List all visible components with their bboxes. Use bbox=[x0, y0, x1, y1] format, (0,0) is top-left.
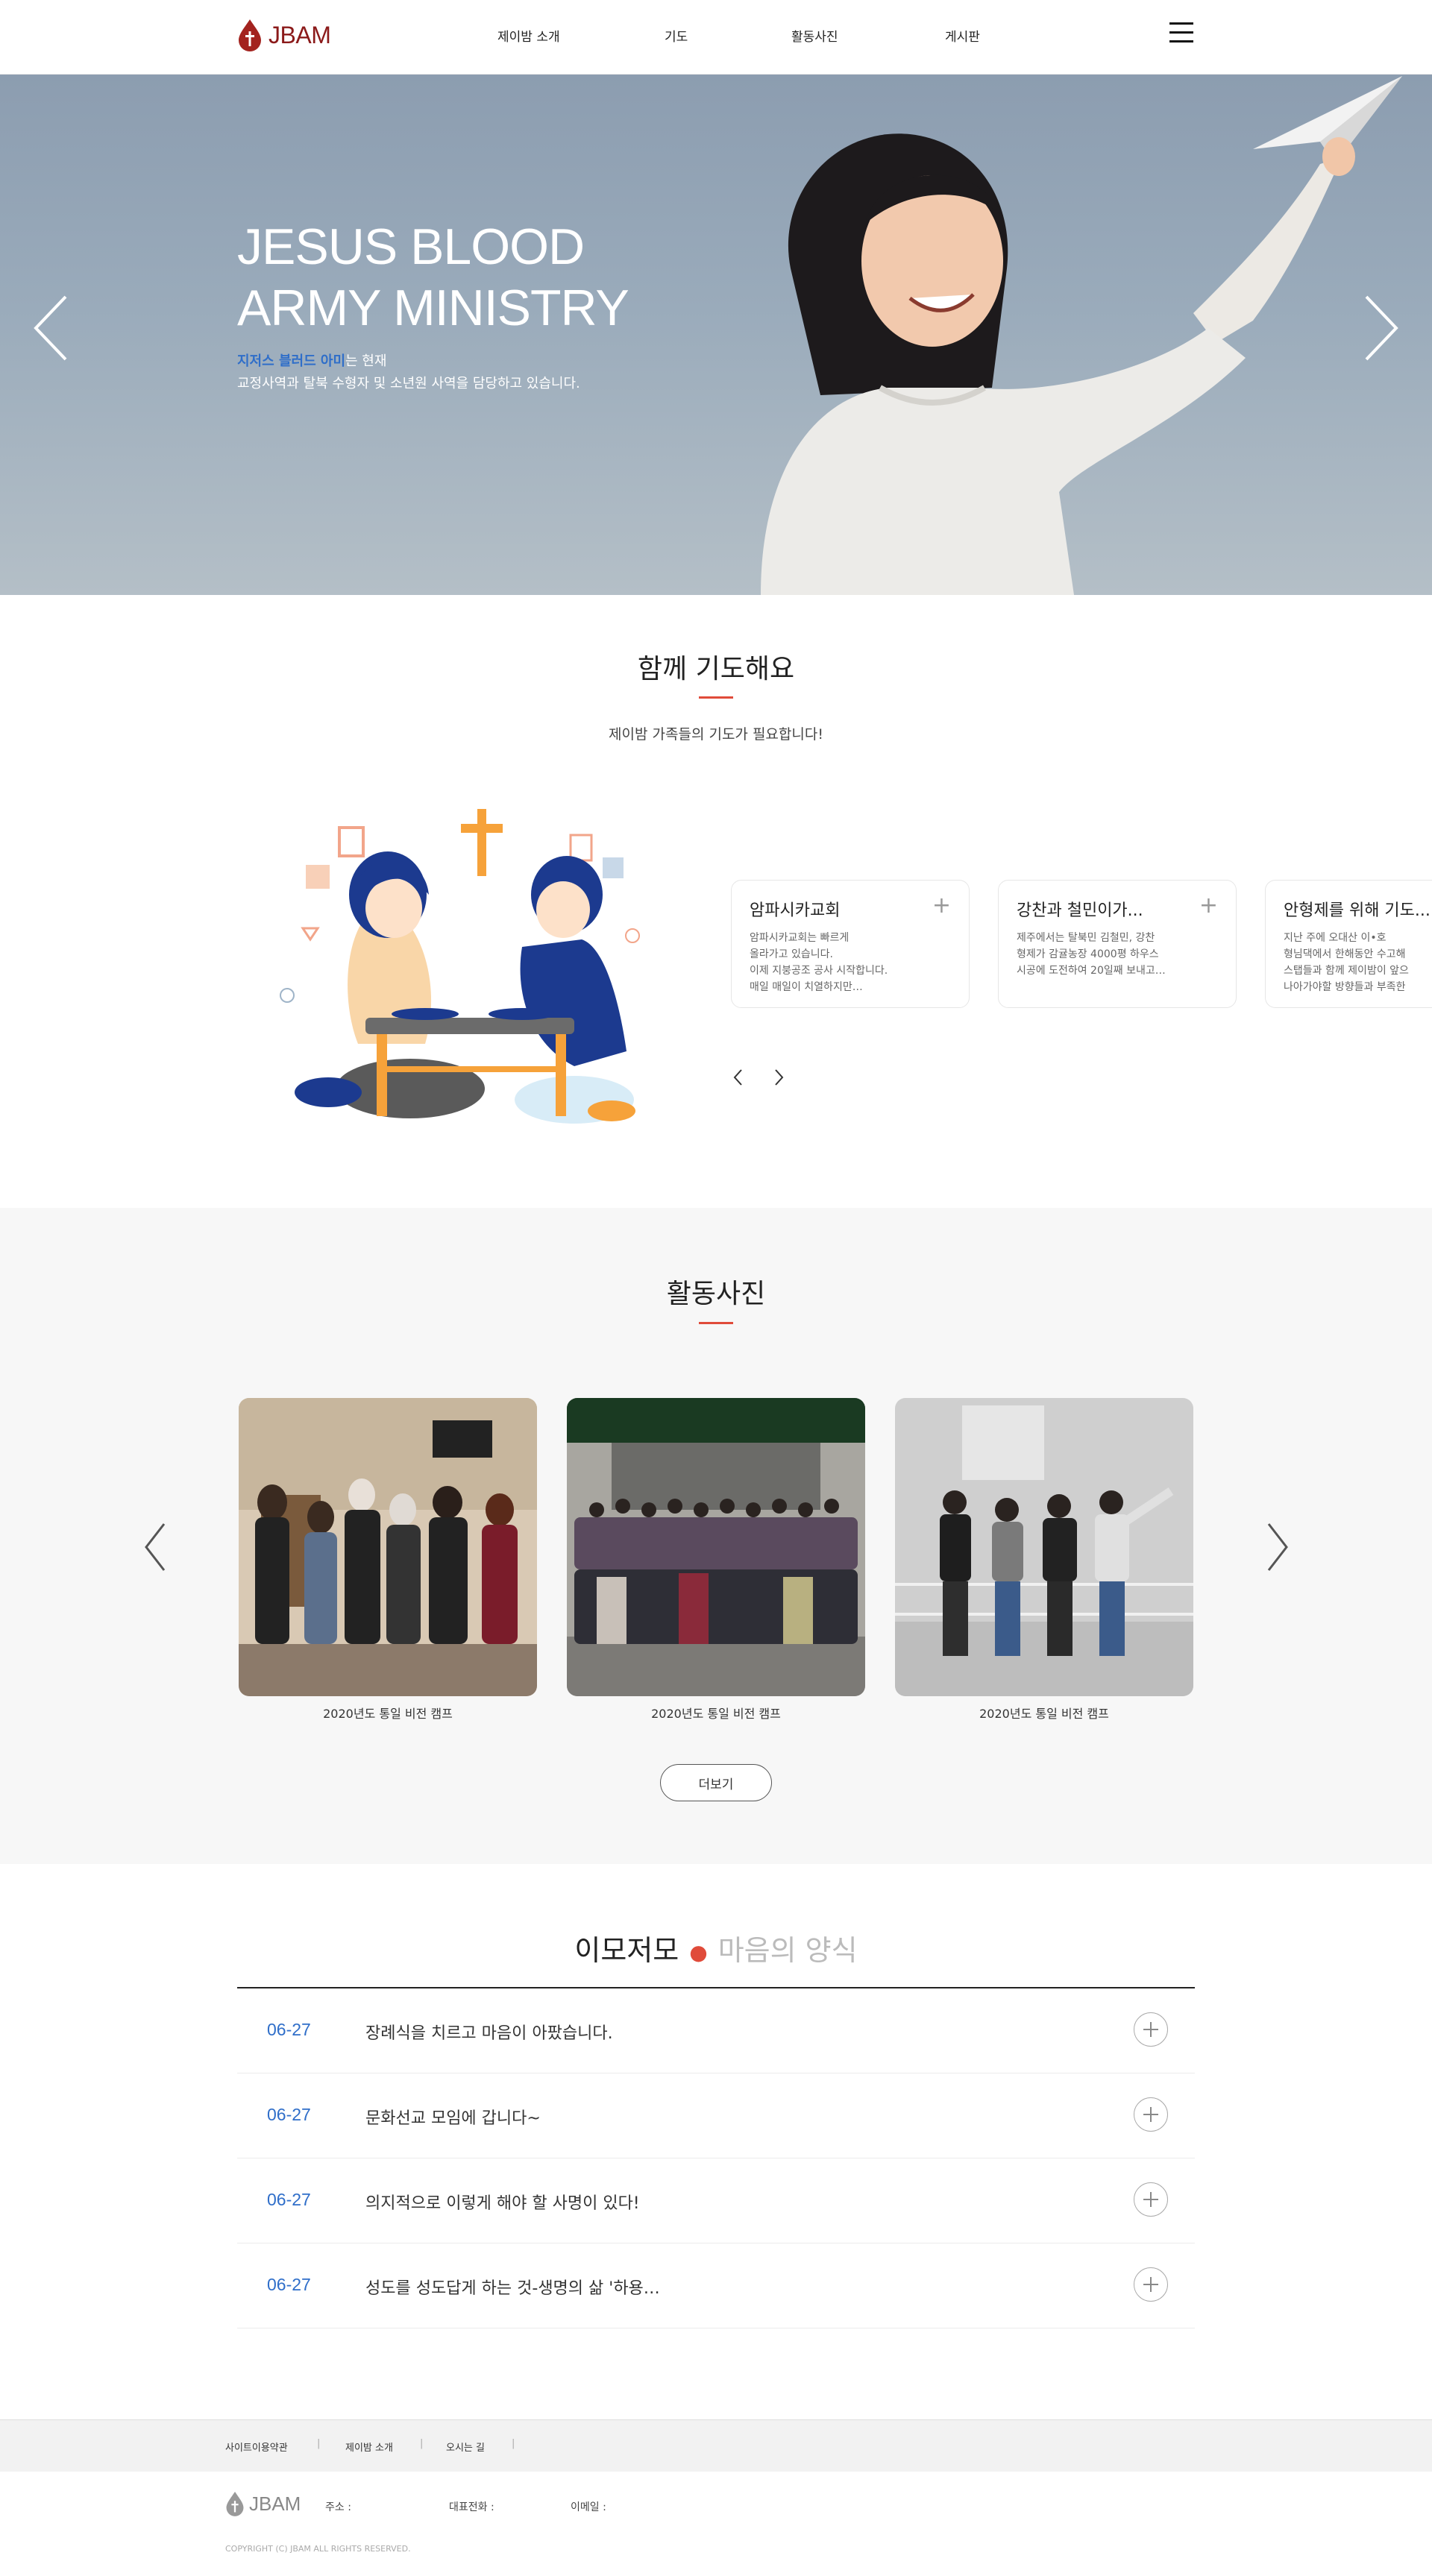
chevron-right-icon[interactable] bbox=[1264, 1521, 1291, 1573]
prayer-card[interactable]: 안형제를 위해 기도... 지난 주에 오대산 이•호 형님댁에서 한해동안 수고… bbox=[1265, 880, 1432, 1008]
plus-icon[interactable]: + bbox=[932, 895, 951, 917]
hamburger-menu-icon[interactable] bbox=[1169, 22, 1193, 43]
prayer-card[interactable]: 암파시카교회 암파시카교회는 빠르게 올라가고 있습니다. 이제 지붕공조 공사 시… bbox=[731, 880, 970, 1008]
logo-drop-icon bbox=[226, 2491, 244, 2516]
hero-highlight: 지저스 블러드 아미 bbox=[237, 353, 346, 369]
plus-circle-icon[interactable] bbox=[1134, 2267, 1168, 2302]
photo-caption: 2020년도 통일 비전 캠프 bbox=[323, 1707, 453, 1721]
plus-circle-icon[interactable] bbox=[1134, 2097, 1168, 2132]
nav-item-prayer[interactable]: 기도 bbox=[665, 26, 688, 45]
hero-description: 지저스 블러드 아미는 현재 bbox=[237, 350, 386, 370]
hero-title-line2: ARMY MINISTRY bbox=[237, 280, 629, 336]
footer-link-terms[interactable]: 사이트이용약관 bbox=[225, 2440, 288, 2454]
site-header: JBAM 제이밤 소개 기도 활동사진 게시판 bbox=[0, 0, 1432, 75]
notice-text[interactable]: 의지적으로 이렇게 해야 할 사명이 있다! bbox=[365, 2190, 640, 2214]
footer-email: 이메일 : bbox=[571, 2501, 606, 2513]
footer-separator: | bbox=[420, 2438, 424, 2449]
chevron-right-icon[interactable] bbox=[1359, 291, 1404, 365]
footer-logo-text: JBAM bbox=[249, 2492, 301, 2515]
plus-circle-icon[interactable] bbox=[1134, 2012, 1168, 2047]
footer-link-about[interactable]: 제이밤 소개 bbox=[345, 2440, 393, 2454]
notice-text[interactable]: 성도를 성도답게 하는 것-생명의 삶 '하용… bbox=[365, 2275, 660, 2299]
copyright-text: COPYRIGHT (C) JBAM ALL RIGHTS RESERVED. bbox=[225, 2544, 411, 2554]
chevron-left-icon[interactable] bbox=[142, 1521, 169, 1573]
group-photo-image bbox=[239, 1398, 537, 1696]
notice-title-secondary[interactable]: 마음의 양식 bbox=[718, 1934, 858, 1967]
notice-row[interactable]: 06-27 장례식을 치르고 마음이 아팠습니다. bbox=[237, 1988, 1195, 2073]
hero-description-line2: 교정사역과 탈북 수형자 및 소년원 사역을 담당하고 있습니다. bbox=[237, 376, 580, 391]
notice-title-main[interactable]: 이모저모 bbox=[574, 1934, 679, 1967]
site-logo[interactable]: JBAM bbox=[237, 16, 342, 54]
footer-address: 주소 : bbox=[325, 2501, 351, 2513]
group-photo-image bbox=[895, 1398, 1193, 1696]
photo-caption: 2020년도 통일 비전 캠프 bbox=[979, 1707, 1109, 1721]
notice-date: 06-27 bbox=[267, 2190, 311, 2209]
section-underline bbox=[699, 696, 733, 699]
notice-text[interactable]: 장례식을 치르고 마음이 아팠습니다. bbox=[365, 2020, 613, 2044]
activity-photo[interactable] bbox=[567, 1398, 865, 1696]
prayer-illustration bbox=[280, 809, 640, 1124]
nav-item-about[interactable]: 제이밤 소개 bbox=[497, 26, 560, 45]
prayer-card[interactable]: 강찬과 철민이가... 제주에서는 탈북민 김철민, 강찬 형제가 감귤농장 40… bbox=[998, 880, 1237, 1008]
chevron-left-icon[interactable] bbox=[28, 291, 73, 365]
group-photo-image bbox=[567, 1398, 865, 1696]
title-dot: ● bbox=[689, 1940, 708, 1965]
logo-text: JBAM bbox=[268, 21, 331, 48]
notice-row[interactable]: 06-27 의지적으로 이렇게 해야 할 사명이 있다! bbox=[237, 2158, 1195, 2243]
nav-item-board[interactable]: 게시판 bbox=[945, 26, 980, 45]
section-underline bbox=[699, 1322, 733, 1324]
prayer-card-title: 암파시카교회 bbox=[750, 901, 841, 920]
prayer-card-body: 암파시카교회는 빠르게 올라가고 있습니다. 이제 지붕공조 공사 시작합니다. 매일… bbox=[750, 932, 888, 993]
prayer-subtitle: 제이밤 가족들의 기도가 필요합니다! bbox=[609, 726, 823, 743]
plus-circle-icon[interactable] bbox=[1134, 2182, 1168, 2217]
notice-row[interactable]: 06-27 문화선교 모임에 갑니다~ bbox=[237, 2073, 1195, 2158]
hero-title: JESUS BLOOD ARMY MINISTRY bbox=[237, 216, 759, 338]
hero-desc-rest: 는 현재 bbox=[345, 353, 387, 369]
footer-links-bar bbox=[0, 2419, 1432, 2472]
prayer-card-body: 제주에서는 탈북민 김철민, 강찬 형제가 감귤농장 4000평 하우스 시공에 도… bbox=[1017, 932, 1166, 977]
footer-link-directions[interactable]: 오시는 길 bbox=[446, 2440, 485, 2454]
hero-title-line1: JESUS BLOOD bbox=[237, 218, 585, 275]
footer-logo: JBAM bbox=[225, 2490, 301, 2517]
activity-photo[interactable] bbox=[895, 1398, 1193, 1696]
activity-section-title: 활동사진 bbox=[666, 1279, 766, 1309]
prayer-card-title: 안형제를 위해 기도... bbox=[1284, 901, 1431, 920]
notice-section-title: 이모저모 ● 마음의 양식 bbox=[0, 1927, 1432, 1968]
footer-phone: 대표전화 : bbox=[449, 2501, 494, 2513]
footer-separator: | bbox=[512, 2438, 515, 2449]
notice-date: 06-27 bbox=[267, 2275, 311, 2294]
nav-item-activity[interactable]: 활동사진 bbox=[791, 26, 838, 45]
logo-drop-icon bbox=[239, 19, 261, 51]
prayer-card-body: 지난 주에 오대산 이•호 형님댁에서 한해동안 수고해 스탭들과 함께 제이밤이 … bbox=[1284, 932, 1409, 993]
hero-slider: JESUS BLOOD ARMY MINISTRY 지저스 블러드 아미는 현재… bbox=[0, 75, 1432, 595]
prayer-section-title: 함께 기도해요 bbox=[637, 654, 795, 684]
photo-caption: 2020년도 통일 비전 캠프 bbox=[651, 1707, 781, 1721]
notice-date: 06-27 bbox=[267, 2020, 311, 2039]
notice-text[interactable]: 문화선교 모임에 갑니다~ bbox=[365, 2105, 541, 2129]
notice-date: 06-27 bbox=[267, 2105, 311, 2124]
more-button[interactable]: 더보기 bbox=[660, 1764, 772, 1801]
footer-separator: | bbox=[317, 2438, 321, 2449]
hero-girl-image bbox=[761, 76, 1402, 595]
prayer-card-title: 강찬과 철민이가... bbox=[1017, 901, 1143, 920]
chevron-left-icon[interactable] bbox=[729, 1066, 747, 1089]
notice-row[interactable]: 06-27 성도를 성도답게 하는 것-생명의 삶 '하용… bbox=[237, 2243, 1195, 2328]
chevron-right-icon[interactable] bbox=[770, 1066, 788, 1089]
activity-photo[interactable] bbox=[239, 1398, 537, 1696]
plus-icon[interactable]: + bbox=[1199, 895, 1218, 917]
